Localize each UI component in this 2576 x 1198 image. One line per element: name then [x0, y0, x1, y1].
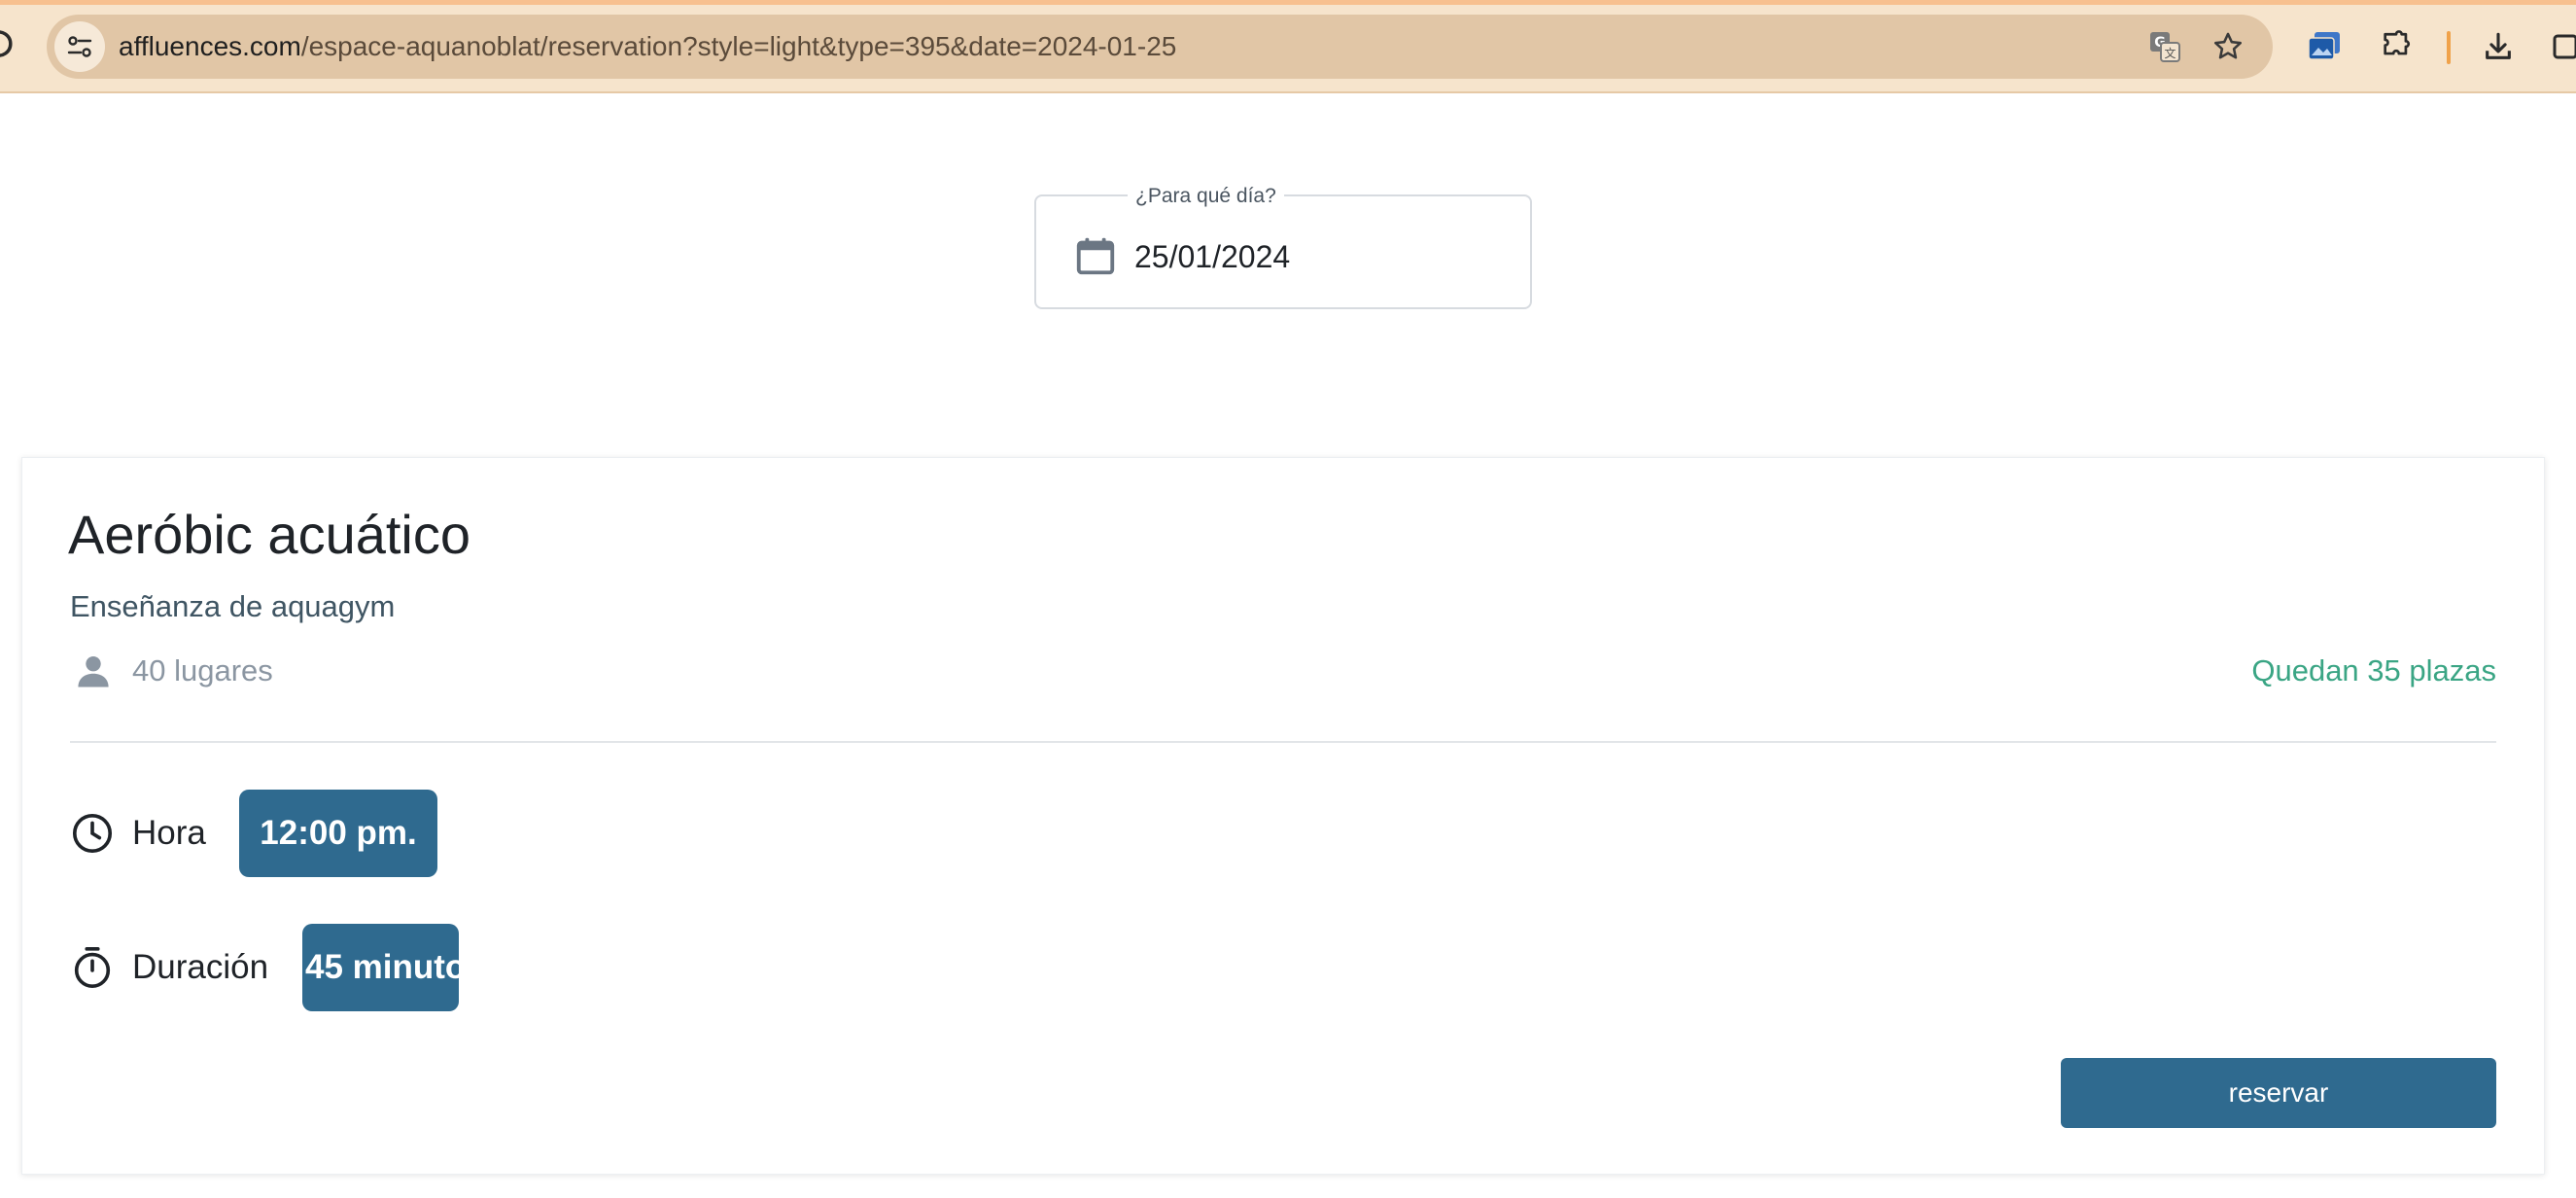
url-domain: affluences.com: [119, 31, 301, 61]
card-divider: [70, 741, 2496, 743]
time-slot-button[interactable]: 12:00 pm.: [239, 790, 437, 877]
translate-icon[interactable]: G 文: [2142, 24, 2187, 69]
svg-text:文: 文: [2164, 46, 2176, 60]
extensions-icon[interactable]: [2374, 24, 2419, 69]
toolbar-separator: [2447, 31, 2451, 64]
calendar-icon[interactable]: [1073, 233, 1118, 278]
address-bar-url[interactable]: affluences.com/espace-aquanoblat/reserva…: [119, 28, 1176, 65]
date-picker-label: ¿Para qué día?: [1128, 185, 1284, 208]
browser-toolbar: affluences.com/espace-aquanoblat/reserva…: [0, 0, 2576, 93]
tab-strip-edge: [0, 0, 2576, 5]
reload-icon[interactable]: [0, 29, 14, 58]
site-info-icon[interactable]: [54, 21, 105, 72]
capacity-text: 40 lugares: [132, 653, 273, 687]
download-icon[interactable]: [2476, 24, 2521, 69]
time-label: Hora: [132, 814, 206, 852]
activity-subtitle: Enseñanza de aquagym: [70, 589, 396, 623]
reserve-button[interactable]: reservar: [2061, 1058, 2496, 1128]
bookmark-star-icon[interactable]: [2206, 24, 2250, 69]
date-picker-value[interactable]: 25/01/2024: [1134, 237, 1290, 276]
duration-chip: 45 minutos: [302, 924, 459, 1011]
media-gallery-icon[interactable]: [2302, 24, 2347, 69]
person-icon: [78, 655, 109, 687]
side-panel-icon[interactable]: [2545, 24, 2576, 69]
url-path: /espace-aquanoblat/reservation?style=lig…: [300, 31, 1177, 61]
duration-label: Duración: [132, 948, 269, 986]
stopwatch-icon: [74, 947, 111, 988]
remaining-places-text: Quedan 35 plazas: [2251, 653, 2496, 687]
activity-title: Aeróbic acuático: [68, 504, 471, 565]
clock-icon: [72, 813, 113, 854]
